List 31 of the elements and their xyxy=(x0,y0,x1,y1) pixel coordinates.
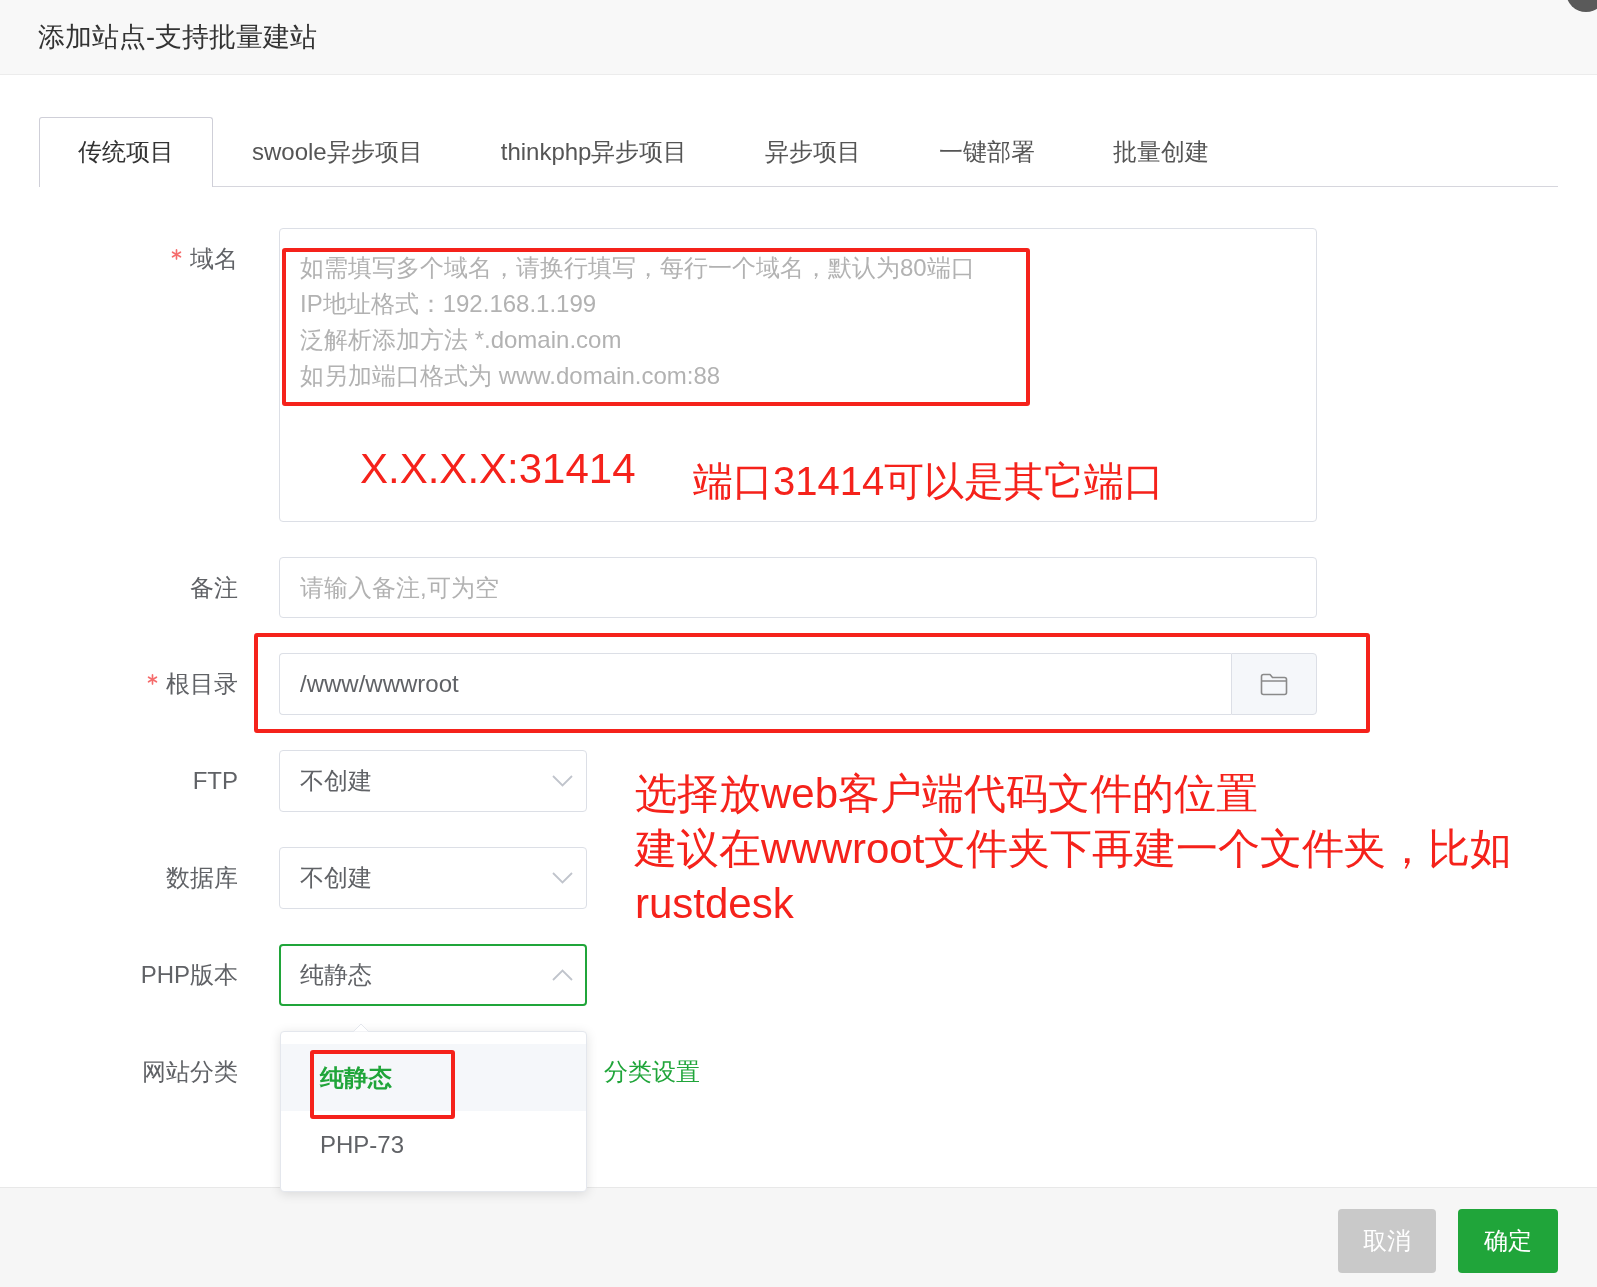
field-label: 网站分类 xyxy=(142,1056,238,1087)
tab[interactable]: 异步项目 xyxy=(726,117,901,186)
tab[interactable]: 一键部署 xyxy=(900,117,1075,186)
category-settings-link[interactable]: 分类设置 xyxy=(604,1041,700,1102)
dropdown-option[interactable]: PHP-73 xyxy=(281,1111,586,1178)
dialog-title: 添加站点-支持批量建站 xyxy=(38,21,317,54)
annotation-note: 选择放web客户端代码文件的位置 xyxy=(635,769,1260,819)
chevron-down-icon xyxy=(552,775,573,787)
field-label: PHP版本 xyxy=(140,959,238,990)
field-label: FTP xyxy=(192,766,238,795)
chevron-up-icon xyxy=(552,969,573,981)
tab[interactable]: 传统项目 xyxy=(39,117,213,187)
tab[interactable]: thinkphp异步项目 xyxy=(461,117,727,186)
field-label: 备注 xyxy=(190,572,238,603)
confirm-button[interactable]: 确定 xyxy=(1458,1209,1558,1273)
text-input[interactable]: 请输入备注,可为空 xyxy=(279,557,1317,618)
field-label: 数据库 xyxy=(166,862,238,893)
annotation-note: rustdesk xyxy=(635,879,795,929)
annotation-note: 端口31414可以是其它端口 xyxy=(693,458,1165,505)
field-label: 域名 xyxy=(190,243,238,274)
annotation-note: X.X.X.X:31414 xyxy=(360,444,636,494)
tab[interactable]: 批量创建 xyxy=(1074,117,1249,186)
path-input[interactable]: /www/wwwroot xyxy=(279,653,1231,715)
chevron-down-icon xyxy=(552,872,573,884)
select-field[interactable]: 不创建 xyxy=(279,750,587,812)
annotation-note: 建议在wwwroot文件夹下再建一个文件夹，比如 xyxy=(635,824,1513,874)
folder-icon xyxy=(1260,672,1288,696)
select-field[interactable]: 不创建 xyxy=(279,847,587,909)
field-label: 根目录 xyxy=(166,668,238,699)
tab[interactable]: swoole异步项目 xyxy=(213,117,462,186)
select-field[interactable]: 纯静态 xyxy=(279,944,587,1006)
